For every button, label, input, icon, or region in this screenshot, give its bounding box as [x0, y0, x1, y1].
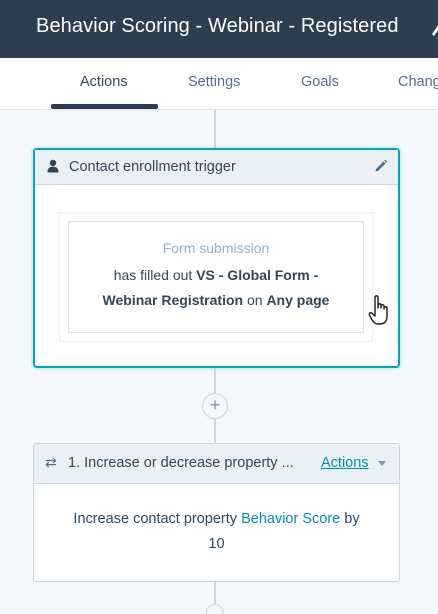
filter-page: Any page	[266, 292, 330, 308]
form-name-part2: Webinar Registration	[102, 292, 244, 308]
pencil-icon[interactable]	[374, 159, 388, 173]
trigger-card-header: Contact enrollment trigger	[35, 150, 398, 185]
action-prefix: Increase contact property	[73, 511, 238, 527]
chevron-down-icon[interactable]	[378, 461, 386, 466]
action-amount: 10	[208, 536, 225, 552]
filter-type-label: Form submission	[162, 240, 270, 256]
person-icon	[47, 159, 59, 173]
add-action-button-bottom[interactable]	[206, 604, 224, 614]
enrollment-trigger-card[interactable]: Contact enrollment trigger Form submissi…	[33, 148, 400, 368]
trigger-card-title: Contact enrollment trigger	[69, 159, 236, 175]
connector-line-top	[214, 110, 216, 148]
property-name-link[interactable]: Behavior Score	[241, 511, 340, 527]
filter-prefix: has filled out	[113, 267, 193, 283]
action-card-header: ⇄ 1. Increase or decrease property ... A…	[34, 444, 399, 484]
form-submission-filter[interactable]: Form submission has filled out VS - Glob…	[68, 221, 364, 333]
filter-group: Form submission has filled out VS - Glob…	[59, 212, 373, 342]
active-tab-indicator	[51, 104, 158, 109]
action-description-line-1: Increase contact property Behavior Score…	[34, 511, 399, 527]
hand-cursor-icon	[368, 294, 390, 326]
connector-line-middle-bottom	[214, 419, 216, 443]
form-name-part1: VS - Global Form -	[196, 267, 319, 283]
tab-goals[interactable]: Goals	[301, 74, 339, 90]
tab-actions[interactable]: Actions	[80, 74, 128, 90]
connector-line-middle-top	[214, 368, 216, 393]
actions-dropdown[interactable]: Actions	[321, 455, 369, 471]
filter-connector-word: on	[246, 292, 263, 308]
connector-line-bottom	[214, 582, 216, 604]
action-card-property-change[interactable]: ⇄ 1. Increase or decrease property ... A…	[33, 443, 400, 582]
tab-settings[interactable]: Settings	[188, 74, 240, 90]
workflow-header: Behavior Scoring - Webinar - Registered	[0, 0, 438, 58]
action-suffix: by	[344, 511, 360, 527]
workflow-title[interactable]: Behavior Scoring - Webinar - Registered	[36, 15, 399, 38]
tab-changes[interactable]: Chang	[398, 74, 438, 90]
filter-description-line-1: has filled out VS - Global Form -	[69, 267, 363, 283]
workflow-tabs: Actions Settings Goals Chang	[0, 58, 438, 110]
filter-description-line-2: Webinar Registration on Any page	[69, 292, 363, 308]
action-card-title: 1. Increase or decrease property ...	[68, 455, 294, 471]
add-action-button[interactable]: +	[202, 393, 228, 419]
edit-title-icon[interactable]	[430, 21, 438, 37]
arrows-icon: ⇄	[45, 454, 57, 470]
action-card-body: Increase contact property Behavior Score…	[34, 484, 399, 552]
